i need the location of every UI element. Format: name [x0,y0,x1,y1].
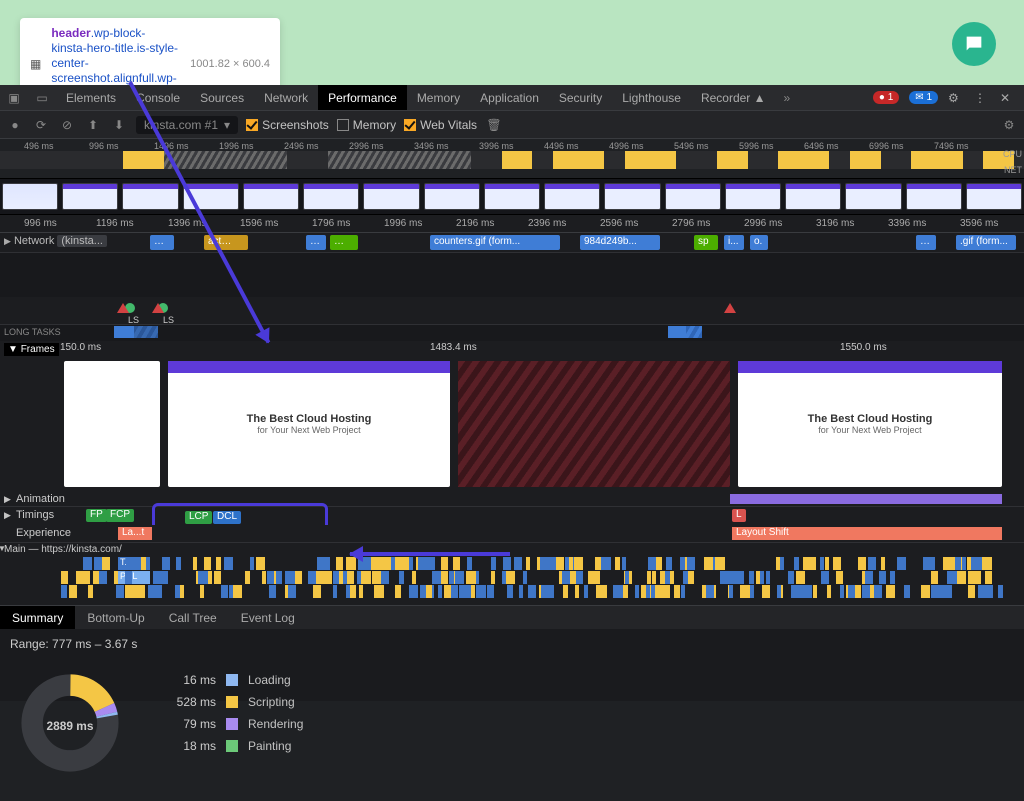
download-icon[interactable]: ⬇ [110,118,128,132]
web-vitals-markers[interactable]: LS LS [0,297,1024,325]
messages-badge[interactable]: ✉ 1 [909,91,938,104]
chat-icon [963,33,985,55]
memory-checkbox[interactable]: Memory [337,118,396,132]
tab-bottomup[interactable]: Bottom-Up [75,606,156,629]
overview-timeline[interactable]: 496 ms996 ms1496 ms1996 ms2496 ms2996 ms… [0,139,1024,179]
close-devtools-icon[interactable]: ✕ [1000,90,1016,106]
screenshots-checkbox[interactable]: Screenshots [246,118,329,132]
errors-badge[interactable]: ● 1 [873,91,899,104]
garbage-icon[interactable]: 🗑 [485,118,503,132]
perf-settings-icon[interactable]: ⚙ [1000,118,1018,132]
layout-icon: ▦ [30,57,41,71]
long-tasks-track[interactable]: LONG TASKS [0,325,1024,341]
tab-recorder[interactable]: Recorder ▲ [691,85,776,110]
overview-filmstrip[interactable] [0,179,1024,215]
tab-eventlog[interactable]: Event Log [229,606,307,629]
details-tabbar: Summary Bottom-Up Call Tree Event Log [0,605,1024,629]
reload-icon[interactable]: ⟳ [32,118,50,132]
upload-icon[interactable]: ⬆ [84,118,102,132]
svg-text:2889 ms: 2889 ms [47,719,94,733]
summary-legend: 16 msLoading528 msScripting79 msRenderin… [156,669,303,757]
tab-network[interactable]: Network [254,85,318,110]
device-icon[interactable]: ▭ [28,91,56,105]
cpu-label: CPU [1003,149,1022,159]
summary-pane: Range: 777 ms – 3.67 s 2889 ms 16 msLoad… [0,629,1024,701]
more-tabs-icon[interactable]: » [776,91,799,105]
annotation-arrow [350,552,510,556]
summary-range: Range: 777 ms – 3.67 s [10,637,1014,651]
tab-calltree[interactable]: Call Tree [157,606,229,629]
main-track-header[interactable]: ▼ Main — https://kinsta.com/ [0,543,1024,557]
tab-lighthouse[interactable]: Lighthouse [612,85,691,110]
tab-performance[interactable]: Performance [318,85,407,110]
tab-elements[interactable]: Elements [56,85,126,110]
experience-track[interactable]: Experience La...t Layout Shift [0,525,1024,543]
page-background: ▦ header.wp-block-kinsta-hero-title.is-s… [0,0,1024,85]
main-flame-chart[interactable]: T...k P...L [0,557,1024,605]
record-icon[interactable]: ● [6,118,24,132]
net-label: NET [1004,165,1022,175]
empty-gap [0,253,1024,297]
clear-icon[interactable]: ⊘ [58,118,76,132]
tab-memory[interactable]: Memory [407,85,470,110]
devtools-tabbar: ▣ ▭ Elements Console Sources Network Per… [0,85,1024,111]
tab-sources[interactable]: Sources [190,85,254,110]
inspect-icon[interactable]: ▣ [0,91,28,105]
tab-application[interactable]: Application [470,85,549,110]
chat-bubble-button[interactable] [952,22,996,66]
chevron-down-icon: ▾ [224,118,230,132]
settings-icon[interactable]: ⚙ [948,90,964,106]
tooltip-dimensions: 1001.82 × 600.4 [190,58,270,70]
network-track[interactable]: ▶ Network (kinsta... … act… … … counters… [0,233,1024,253]
tab-summary[interactable]: Summary [0,606,75,629]
webvitals-checkbox[interactable]: Web Vitals [404,118,477,132]
summary-donut-chart: 2889 ms [20,673,120,773]
timings-track[interactable]: ▶ Timings FP FCP LCP DCL Largest Content… [0,507,1024,525]
time-ruler[interactable]: 996 ms1196 ms1396 ms1596 ms1796 ms1996 m… [0,215,1024,233]
kebab-icon[interactable]: ⋮ [974,90,990,106]
frames-track[interactable]: ▼ Frames 150.0 ms 1483.4 ms 1550.0 ms Th… [0,341,1024,491]
tab-security[interactable]: Security [549,85,612,110]
devtools-panel: ▣ ▭ Elements Console Sources Network Per… [0,85,1024,801]
